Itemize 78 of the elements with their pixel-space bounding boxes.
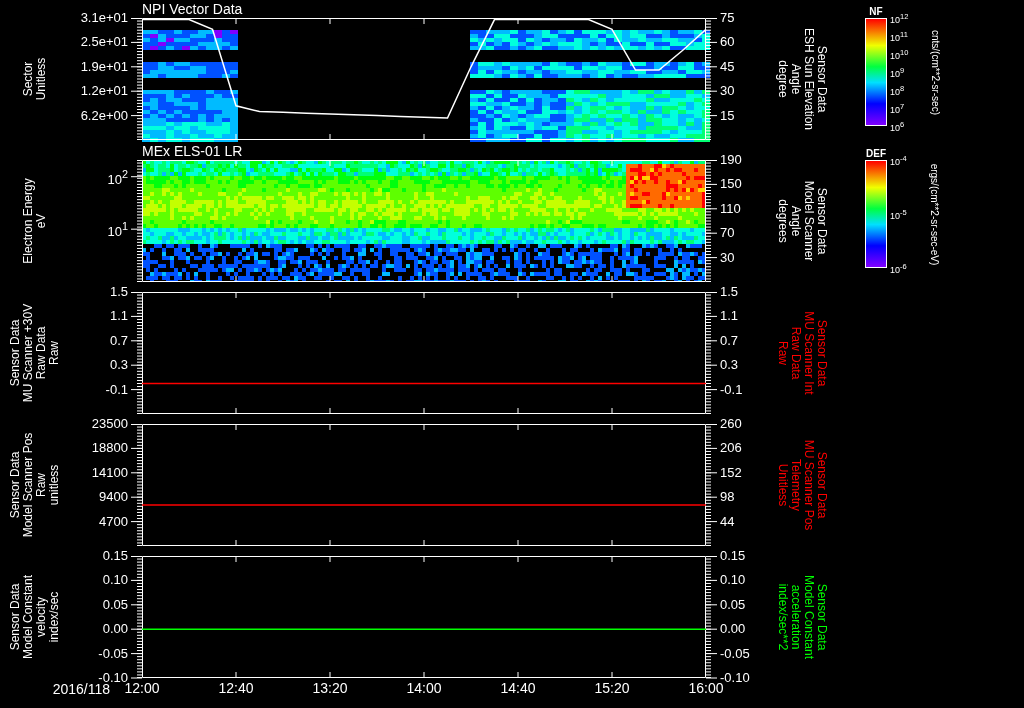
colorbar-tick-label: 10$^{-6}$ [890, 260, 907, 277]
time-tick-label: 12:40 [218, 681, 254, 695]
time-tick-label: 15:20 [594, 681, 630, 695]
axis-label: Sector Unitless [22, 57, 48, 101]
panel-title: MEx ELS-01 LR [142, 144, 243, 159]
colorbar-tick-label: 10$^{11}$ [890, 28, 908, 45]
axis-label: Sensor Data Model Constant acceleration index/sec**2 [776, 575, 828, 659]
colorbar-tick-label: 10$^{6}$ [890, 118, 905, 135]
colorbar-tick-label: 10$^{7}$ [890, 100, 905, 117]
tick-label: 0.7 [720, 333, 739, 348]
tick-label: 15 [720, 108, 735, 123]
axis-label: Electron Energy eV [22, 178, 48, 264]
colorbar-units: cnts/(cm**2-sr-sec) [929, 29, 941, 115]
tick-label: 23500 [91, 417, 128, 431]
time-tick-label: 13:20 [312, 681, 348, 695]
tick-label: 150 [720, 177, 742, 192]
tick-label: 0.10 [102, 573, 128, 588]
tick-label: 0.15 [720, 549, 746, 563]
tick-label: 70 [720, 226, 735, 241]
colorbar-tick-label: 10$^{-4}$ [890, 152, 907, 169]
tick-label: 1.1 [109, 309, 128, 324]
tick-label: 1.9e+01 [80, 59, 128, 74]
tick-label: 0.15 [102, 549, 128, 563]
colorbar-tick-label: 10$^{12}$ [890, 10, 909, 27]
tick-label: 0.00 [720, 622, 746, 637]
tick-label: 0.05 [720, 597, 746, 612]
tick-label: 0.10 [720, 573, 746, 588]
axis-label: Sensor Data ESH Sun Elevation Angle degree [776, 27, 828, 131]
tick-label: 75 [720, 11, 735, 25]
axis-label: Sensor Data Model Scanner Angle degrees [776, 180, 828, 262]
tick-label: 1.1 [720, 309, 739, 324]
tick-label: 206 [720, 441, 742, 456]
tick-label: -0.05 [720, 646, 750, 661]
tick-label: -0.05 [98, 646, 128, 661]
colorbar-tick-label: 10$^{-5}$ [890, 206, 907, 223]
tick-label: 1.5 [720, 285, 739, 299]
tick-label: 152 [720, 465, 742, 480]
axis-label: Sensor Data Model Constant velocity index/sec [9, 575, 61, 659]
tick-label: 0.05 [102, 597, 128, 612]
tick-label: 30 [720, 84, 735, 99]
tick-label: 110 [720, 201, 741, 216]
tick-label: 18800 [91, 441, 128, 456]
colorbar-units: ergs/(cm**2-sr-sec-eV) [929, 163, 941, 265]
axis-label: Sensor Data MU Scanner +30V Raw Data Raw [9, 303, 61, 403]
tick-label: 2.5e+01 [80, 35, 128, 50]
time-tick-label: 14:00 [406, 681, 442, 695]
tick-label: -0.1 [720, 382, 743, 397]
time-tick-label: 14:40 [500, 681, 536, 695]
tick-label: 9400 [99, 490, 128, 505]
tick-label: 0.7 [109, 333, 128, 348]
colorbar-tick-label: 10$^{8}$ [890, 82, 905, 99]
tick-label: 4700 [99, 514, 128, 529]
tick-label: 30 [720, 250, 735, 265]
axis-label: Sensor Data MU Scanner Pos Telemetry Unitless [776, 439, 828, 531]
tick-label: 1.2e+01 [80, 84, 128, 99]
tick-label: 260 [720, 417, 742, 431]
tick-label: 3.1e+01 [80, 11, 128, 25]
tick-label: 190 [720, 153, 742, 167]
axis-label: Sensor Data Model Scanner Pos Raw unitless [9, 432, 61, 538]
panel-title: NPI Vector Data [142, 2, 243, 17]
tick-label: 0.3 [720, 358, 739, 373]
tick-label: 14100 [91, 465, 128, 480]
tick-label: 10$^{2}$ [107, 167, 128, 187]
tick-label: 0.3 [109, 358, 128, 373]
tick-label: 6.2e+00 [80, 108, 128, 123]
tick-label: -0.1 [105, 382, 128, 397]
tick-label: 10$^{1}$ [107, 219, 128, 239]
tick-label: 1.5 [109, 285, 128, 299]
tick-label: 0.00 [102, 622, 128, 637]
tick-label: 98 [720, 490, 735, 505]
colorbar-tick-label: 10$^{10}$ [890, 46, 909, 63]
tick-label: 44 [720, 514, 735, 529]
colorbar-title: NF [869, 6, 883, 18]
tick-label: 45 [720, 59, 735, 74]
tick-label: 60 [720, 35, 735, 50]
colorbar-title: DEF [866, 148, 886, 160]
colorbar-tick-label: 10$^{9}$ [890, 64, 905, 81]
axis-label: Sensor Data MU Scanner Int Raw Data Raw [776, 311, 828, 395]
